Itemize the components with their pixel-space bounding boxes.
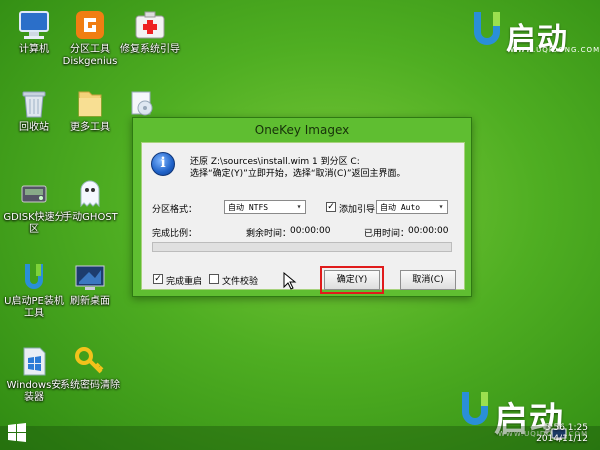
taskbar-clock[interactable]: 5:56 1:25 2014/11/12 <box>536 423 588 445</box>
u-logo-icon <box>474 12 500 45</box>
boot-mode-select[interactable]: 自动 Auto ▾ <box>376 200 448 214</box>
refresh-desktop-icon <box>73 260 107 294</box>
info-icon: i <box>151 152 175 176</box>
chevron-down-icon: ▾ <box>438 202 444 211</box>
desktop-icon-gdisk[interactable]: GDISK快速分区 <box>2 176 66 236</box>
desktop-icon-label: 分区工具 Diskgenius <box>62 44 118 67</box>
desktop-icon-windows-installer[interactable]: Windows安装器 <box>2 344 66 404</box>
media-icon <box>130 90 156 116</box>
clock-time: 5:56 1:25 <box>544 423 588 433</box>
ghost-icon <box>73 176 107 210</box>
progress-label: 完成比例： <box>152 229 198 239</box>
windows-installer-icon <box>17 344 51 378</box>
dialog-title[interactable]: OneKey Imagex <box>133 118 471 142</box>
elapsed-time-label: 已用时间： <box>364 229 410 239</box>
boot-mode-value: 自动 Auto <box>380 203 421 212</box>
elapsed-time-value: 00:00:00 <box>408 226 449 236</box>
add-boot-checkbox[interactable]: ✓ <box>326 202 336 212</box>
mouse-cursor-icon <box>283 272 297 290</box>
desktop-icon-label: 回收站 <box>19 122 49 133</box>
desktop-icon-label: 系统密码清除 <box>60 380 120 391</box>
u-logo-icon <box>462 392 488 425</box>
desktop-icon-label: 修复系统引导 <box>120 44 180 55</box>
windows-start-icon[interactable] <box>6 422 28 444</box>
desktop-icon-u-install[interactable]: U启动PE装机工具 <box>2 260 66 320</box>
desktop-icon-refresh-desktop[interactable]: 刷新桌面 <box>58 260 122 308</box>
recycle-bin-icon <box>17 86 51 120</box>
diskgenius-icon <box>73 8 107 42</box>
desktop-icon-repair-boot[interactable]: 修复系统引导 <box>118 8 182 56</box>
desktop-icon-label: U启动PE装机工具 <box>4 296 64 319</box>
desktop-icon-label: 计算机 <box>19 44 49 55</box>
remaining-time-value: 00:00:00 <box>290 226 331 236</box>
remaining-time-label: 剩余时间： <box>246 229 292 239</box>
partition-format-value: 自动 NTFS <box>228 203 269 212</box>
desktop-icon-label: 刷新桌面 <box>70 296 110 307</box>
taskbar <box>0 426 600 450</box>
check-mark: ✓ <box>327 202 335 212</box>
desktop-icon-recycle-bin[interactable]: 回收站 <box>2 86 66 134</box>
add-boot-label: 添加引导 <box>339 205 376 215</box>
u-install-icon <box>17 260 51 294</box>
desktop-icon-diskgenius[interactable]: 分区工具 Diskgenius <box>58 8 122 68</box>
ok-button[interactable]: 确定(Y) <box>320 266 384 294</box>
gdisk-icon <box>17 176 51 210</box>
brand-site: WWW.UQIDONG.COM <box>510 46 600 54</box>
restart-checkbox[interactable]: ✓ <box>153 274 163 284</box>
desktop-icon-computer[interactable]: 计算机 <box>2 8 66 56</box>
first-aid-kit-icon <box>133 8 167 42</box>
verify-label: 文件校验 <box>222 277 259 287</box>
onekey-imagex-dialog: OneKey Imagex i 还原 Z:\sources\install.wi… <box>132 117 472 297</box>
progress-bar <box>152 242 452 252</box>
computer-icon <box>17 8 51 42</box>
verify-checkbox[interactable] <box>209 274 219 284</box>
partition-format-select[interactable]: 自动 NTFS ▾ <box>224 200 306 214</box>
desktop-icon-password-clear[interactable]: 系统密码清除 <box>58 344 122 392</box>
brand-logo-top: 启动 WWW.UQIDONG.COM <box>470 10 599 57</box>
cancel-button[interactable]: 取消(C) <box>400 270 456 290</box>
desktop-icon-label: 手动GHOST <box>62 212 118 223</box>
chevron-down-icon: ▾ <box>296 202 302 211</box>
folder-icon <box>73 86 107 120</box>
clock-date: 2014/11/12 <box>536 434 588 444</box>
desktop-icon-label: 更多工具 <box>70 122 110 133</box>
check-mark: ✓ <box>154 274 162 284</box>
desktop-icon-manual-ghost[interactable]: 手动GHOST <box>58 176 122 224</box>
desktop-icon-label: GDISK快速分区 <box>3 212 65 235</box>
desktop-icon-label: Windows安装器 <box>6 380 62 403</box>
key-icon <box>73 344 107 378</box>
restart-label: 完成重启 <box>166 277 203 287</box>
dialog-body: i 还原 Z:\sources\install.wim 1 到分区 C: 选择“… <box>141 142 465 294</box>
partition-format-label: 分区格式： <box>152 205 198 215</box>
desktop-icon-more-tools[interactable]: 更多工具 <box>58 86 122 134</box>
instruction-message: 选择“确定(Y)”立即开始，选择“取消(C)”返回主界面。 <box>190 169 406 179</box>
